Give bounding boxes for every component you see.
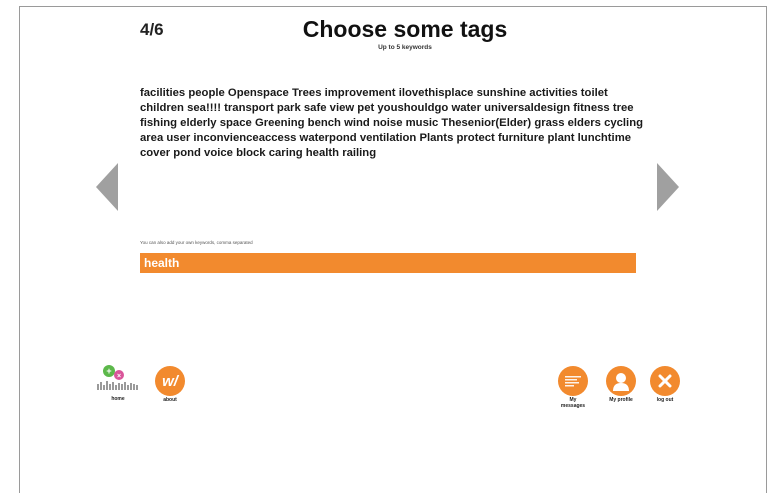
tag-item[interactable]: block [236, 147, 266, 159]
tag-item[interactable]: elders [568, 117, 601, 129]
step-indicator: 4/6 [140, 20, 164, 39]
tag-item[interactable]: bench [308, 117, 341, 129]
keywords-hint: You can also add your own keywords, comm… [140, 240, 253, 245]
tag-item[interactable]: lunchtime [578, 132, 631, 144]
about-label: about [163, 397, 177, 403]
tag-item[interactable]: voice [204, 147, 233, 159]
tag-item[interactable]: fishing [140, 117, 177, 129]
tag-item[interactable]: caring [269, 147, 303, 159]
tag-item[interactable]: pond [173, 147, 201, 159]
home-button[interactable]: + × home [94, 360, 142, 402]
tag-item[interactable]: inconvienceaccess [193, 132, 296, 144]
tag-item[interactable]: park [277, 102, 301, 114]
tag-item[interactable]: plant [548, 132, 575, 144]
tag-item[interactable]: cover [140, 147, 170, 159]
tag-item[interactable]: cycling [604, 117, 643, 129]
tag-item[interactable]: activities [529, 87, 577, 99]
tag-item[interactable]: facilities [140, 87, 185, 99]
svg-text:×: × [117, 373, 121, 380]
tag-item[interactable]: wind [344, 117, 370, 129]
tag-item[interactable]: space [220, 117, 252, 129]
tag-item[interactable]: tree [613, 102, 634, 114]
tag-item[interactable]: music [406, 117, 439, 129]
about-logo-glyph: w/ [162, 372, 178, 390]
tag-item[interactable]: children [140, 102, 184, 114]
tag-item[interactable]: noise [373, 117, 403, 129]
tag-item[interactable]: ventilation [360, 132, 417, 144]
logout-label: log out [656, 397, 674, 403]
tag-item[interactable]: furniture [498, 132, 544, 144]
tag-item[interactable]: user [166, 132, 190, 144]
profile-button[interactable]: My profile [600, 366, 642, 403]
tag-item[interactable]: fitness [573, 102, 609, 114]
tag-item[interactable]: improvement [325, 87, 396, 99]
tag-item[interactable]: view [330, 102, 355, 114]
tag-item[interactable]: youshouldgo [377, 102, 448, 114]
page-title: Choose some tags [302, 16, 508, 42]
messages-icon [558, 366, 588, 396]
home-logo-icon: + × [95, 360, 141, 396]
svg-text:+: + [106, 366, 111, 376]
tag-item[interactable]: people [188, 87, 224, 99]
tag-item[interactable]: waterpond [300, 132, 357, 144]
about-button[interactable]: w/ about [153, 366, 187, 403]
page-subtitle: Up to 5 keywords [378, 44, 432, 51]
close-icon [650, 366, 680, 396]
tag-item[interactable]: protect [457, 132, 495, 144]
tag-item[interactable]: sunshine [477, 87, 527, 99]
tag-item[interactable]: toilet [581, 87, 608, 99]
tag-item[interactable]: Openspace [228, 87, 289, 99]
tag-item[interactable]: Thesenior(Elder) [441, 117, 531, 129]
tag-item[interactable]: Plants [419, 132, 453, 144]
tag-item[interactable]: railing [342, 147, 376, 159]
tag-item[interactable]: water [451, 102, 481, 114]
person-icon [606, 366, 636, 396]
profile-label: My profile [609, 397, 633, 403]
tag-item[interactable]: sea!!!! [187, 102, 221, 114]
tag-item[interactable]: Trees [292, 87, 322, 99]
keywords-input[interactable] [140, 253, 636, 273]
app-frame [19, 6, 767, 493]
tag-item[interactable]: health [306, 147, 339, 159]
arrow-left-icon[interactable] [96, 163, 118, 211]
logout-button[interactable]: log out [647, 366, 683, 403]
messages-button[interactable]: My messages [554, 366, 592, 409]
home-label: home [111, 396, 125, 402]
tag-item[interactable]: area [140, 132, 163, 144]
tag-item[interactable]: elderly [180, 117, 216, 129]
tag-item[interactable]: universaldesign [484, 102, 570, 114]
tag-item[interactable]: ilovethisplace [399, 87, 474, 99]
tag-item[interactable]: grass [534, 117, 564, 129]
tag-cloud: facilities people Openspace Trees improv… [140, 86, 650, 161]
w-logo-icon: w/ [155, 366, 185, 396]
tag-item[interactable]: safe [304, 102, 327, 114]
tag-item[interactable]: transport [224, 102, 274, 114]
tag-item[interactable]: pet [357, 102, 374, 114]
messages-label-line2: messages [560, 403, 586, 409]
arrow-right-icon[interactable] [657, 163, 679, 211]
tag-item[interactable]: Greening [255, 117, 305, 129]
